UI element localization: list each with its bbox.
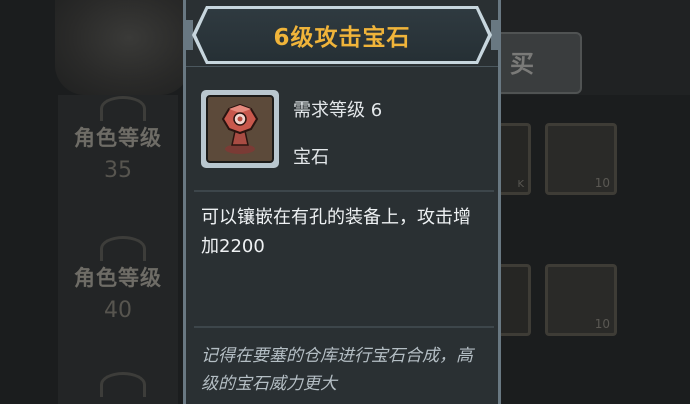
item-title: 6级攻击宝石: [273, 25, 411, 51]
badge-ornament-icon: [100, 96, 146, 121]
slot-count: K: [517, 179, 524, 190]
required-level: 需求等级 6: [293, 100, 383, 121]
item-icon-frame: [201, 90, 279, 168]
item-slot[interactable]: 10: [545, 123, 617, 195]
red-attack-gem-icon: [206, 95, 274, 163]
buy-button-label: 买: [510, 50, 534, 78]
divider: [194, 190, 494, 192]
badge-ornament-icon: [100, 372, 146, 397]
title-banner: 6级攻击宝石: [196, 9, 488, 61]
item-hint: 记得在要塞的仓库进行宝石合成，高级的宝石威力更大: [201, 346, 473, 394]
level-label: 角色等级: [74, 126, 162, 150]
item-slot[interactable]: K: [498, 123, 531, 195]
creature-portrait: [55, 0, 190, 95]
item-slot[interactable]: [498, 264, 531, 336]
item-slot[interactable]: 10: [545, 264, 617, 336]
frame-ornament: [183, 20, 193, 50]
divider: [194, 326, 494, 328]
level-value: 35: [104, 158, 132, 183]
slot-count: 10: [594, 317, 610, 331]
item-tooltip: 6级攻击宝石 需求等级 6 宝石 可以镶嵌在有孔的装备上，攻击增加2200 记得…: [183, 0, 501, 404]
item-type: 宝石: [293, 147, 329, 168]
level-requirement-block: 角色等级 40: [62, 262, 174, 323]
level-label: 角色等级: [74, 266, 162, 290]
level-value: 40: [104, 298, 132, 323]
slot-count: 10: [594, 176, 610, 190]
badge-ornament-icon: [100, 236, 146, 261]
level-requirement-block: 角色等级 35: [62, 122, 174, 183]
frame-ornament: [491, 20, 501, 50]
item-description: 可以镶嵌在有孔的装备上，攻击增加2200: [201, 207, 471, 257]
